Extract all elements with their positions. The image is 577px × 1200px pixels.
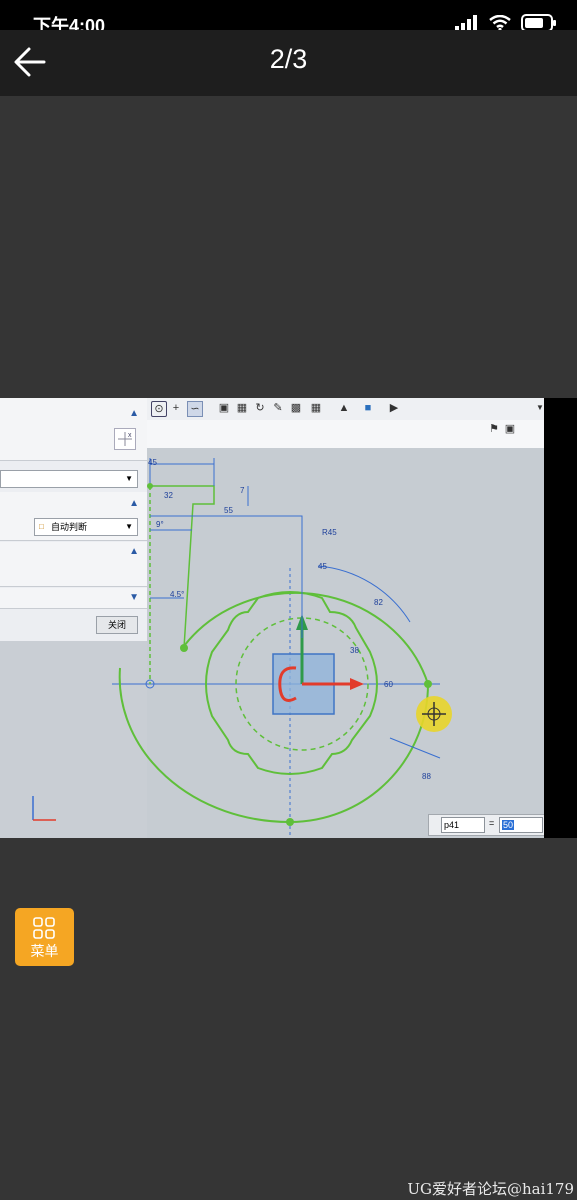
nav-bar: 2/3 <box>0 30 577 96</box>
cad-screenshot[interactable]: ▲ x ▼ ▲ □ 自动判断 ▼ ▲ ▼ 关闭 ⊙ + ∽ ▣ ▦ ↻ ✎ ▩ … <box>0 398 577 838</box>
dim-label[interactable]: 32 <box>164 491 173 500</box>
signal-icon <box>455 15 477 31</box>
dim-label[interactable]: 45 <box>148 458 157 467</box>
dim-label[interactable]: 88 <box>422 772 431 781</box>
dim-label[interactable]: 9° <box>156 520 164 529</box>
dimension-input-box: p41 = 50 <box>428 814 546 836</box>
dim-label[interactable]: 4.5° <box>170 590 184 599</box>
forum-watermark: UG爱好者论坛@hai179 <box>407 1180 574 1198</box>
equals-sign: = <box>489 818 495 828</box>
dim-label[interactable]: 60 <box>384 680 393 689</box>
dim-label[interactable]: 55 <box>224 506 233 515</box>
wifi-icon <box>489 15 511 31</box>
dim-label[interactable]: 45 <box>318 562 327 571</box>
dim-label[interactable]: 38 <box>350 646 359 655</box>
menu-button[interactable]: 菜单 <box>15 908 74 966</box>
sketch-dimensions: 45 32 7 55 9° 4.5° R45 45 82 38 88 60 <box>0 398 577 838</box>
right-black-strip <box>544 398 577 838</box>
dim-label[interactable]: 82 <box>374 598 383 607</box>
parameter-name-field[interactable]: p41 <box>441 817 485 833</box>
dim-label[interactable]: 7 <box>240 486 244 495</box>
dim-label[interactable]: R45 <box>322 528 337 537</box>
page-indicator: 2/3 <box>269 44 308 74</box>
parameter-value: 50 <box>502 820 515 830</box>
menu-label: 菜单 <box>30 943 59 959</box>
menu-grid-icon <box>33 917 55 939</box>
parameter-value-field[interactable]: 50 <box>499 817 543 833</box>
